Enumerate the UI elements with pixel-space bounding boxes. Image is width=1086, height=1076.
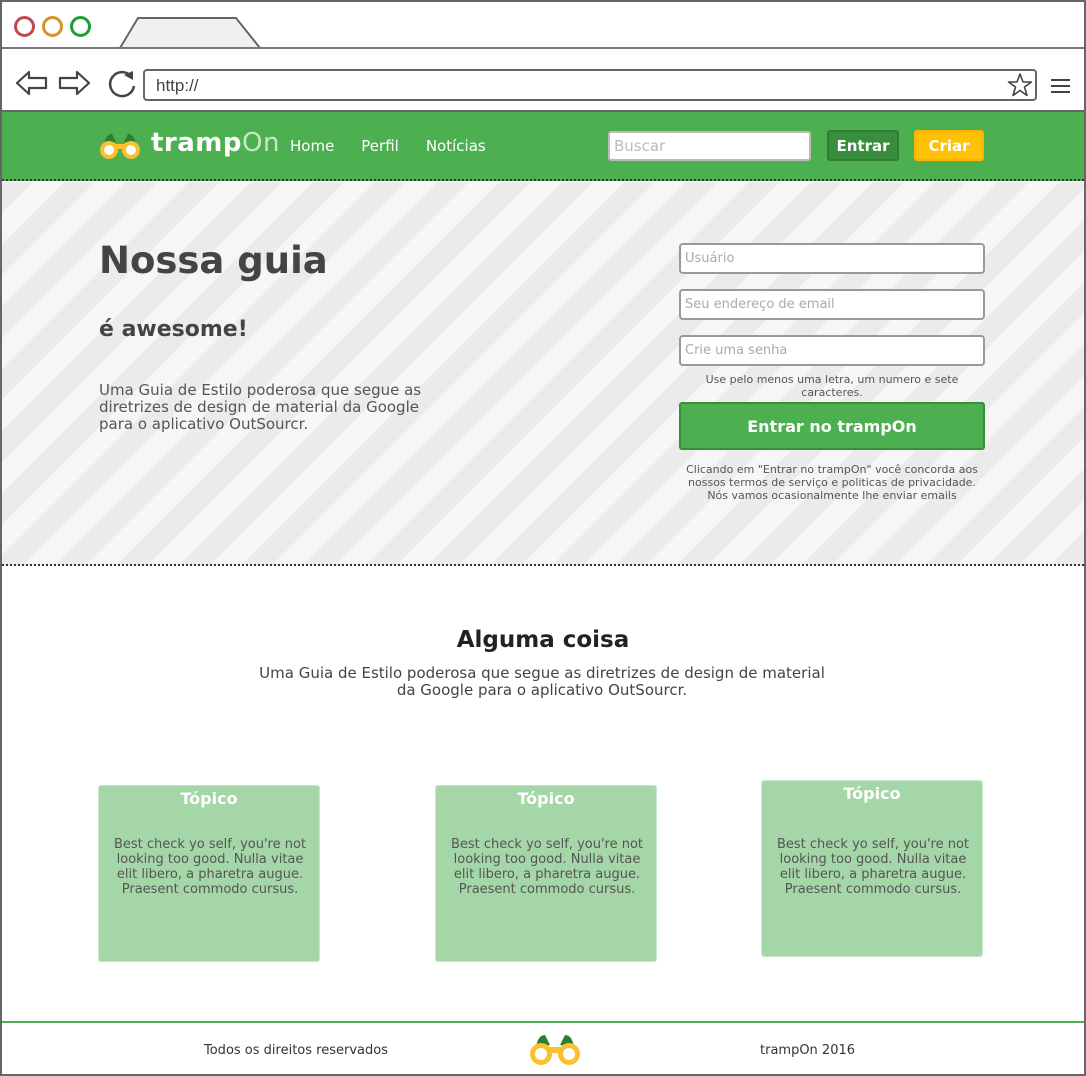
back-arrow-icon[interactable]: [14, 68, 50, 98]
card-text: Best check yo self, you're not looking t…: [776, 837, 970, 897]
topic-card[interactable]: Tópico Best check yo self, you're not lo…: [435, 785, 657, 962]
browser-title-bar: [2, 2, 1084, 50]
terms-notice: Clicando em "Entrar no trampOn" você con…: [686, 463, 978, 502]
minimize-window-button[interactable]: [42, 16, 63, 37]
hero-description: Uma Guia de Estilo poderosa que segue as…: [99, 381, 422, 433]
site-footer: Todos os direitos reservados trampOn 201…: [2, 1021, 1084, 1074]
nav-noticias-link[interactable]: Notícias: [426, 137, 486, 155]
hero-section: Nossa guia é awesome! Uma Guia de Estilo…: [2, 182, 1084, 566]
close-window-button[interactable]: [14, 16, 35, 37]
password-hint: Use pelo menos uma letra, um numero e se…: [705, 373, 959, 399]
username-field[interactable]: [679, 243, 985, 274]
tab-strip-divider: [2, 47, 1084, 49]
signup-form: Use pelo menos uma letra, um numero e se…: [679, 243, 985, 502]
star-icon[interactable]: [1007, 72, 1033, 98]
hero-subtitle: é awesome!: [99, 317, 248, 342]
password-field[interactable]: [679, 335, 985, 366]
forward-arrow-icon[interactable]: [56, 68, 92, 98]
topic-card[interactable]: Tópico Best check yo self, you're not lo…: [761, 780, 983, 957]
brand-bold-text: tramp: [151, 128, 242, 158]
login-button[interactable]: Entrar: [827, 130, 899, 161]
main-nav: Home Perfil Notícias: [290, 137, 486, 155]
site-header: trampOn Home Perfil Notícias Entrar Cria…: [2, 112, 1084, 181]
create-account-button[interactable]: Criar: [914, 130, 984, 161]
reload-icon[interactable]: [105, 67, 139, 101]
maximize-window-button[interactable]: [70, 16, 91, 37]
signup-submit-button[interactable]: Entrar no trampOn: [679, 402, 985, 450]
card-title: Tópico: [180, 789, 238, 808]
search-input[interactable]: [608, 131, 811, 161]
section-title: Alguma coisa: [456, 627, 630, 653]
address-bar[interactable]: http://: [143, 69, 1037, 101]
binoculars-logo-icon[interactable]: [98, 130, 142, 162]
section-description: Uma Guia de Estilo poderosa que segue as…: [259, 664, 825, 699]
browser-tab[interactable]: [118, 15, 262, 49]
menu-icon[interactable]: [1051, 79, 1070, 95]
card-text: Best check yo self, you're not looking t…: [450, 837, 644, 897]
email-field[interactable]: [679, 289, 985, 320]
card-title: Tópico: [517, 789, 575, 808]
hero-title: Nossa guia: [99, 239, 328, 282]
topic-card[interactable]: Tópico Best check yo self, you're not lo…: [98, 785, 320, 962]
footer-brand-year: trampOn 2016: [760, 1043, 856, 1058]
nav-perfil-link[interactable]: Perfil: [361, 137, 399, 155]
address-bar-text[interactable]: http://: [156, 76, 199, 96]
brand-light-text: On: [242, 128, 280, 158]
copyright-text: Todos os direitos reservados: [204, 1043, 388, 1058]
binoculars-logo-icon[interactable]: [528, 1031, 582, 1067]
browser-toolbar: http://: [2, 50, 1084, 112]
browser-window: http:// trampOn Home Perfil Notícias Bus…: [0, 0, 1086, 1076]
card-text: Best check yo self, you're not looking t…: [113, 837, 307, 897]
card-title: Tópico: [843, 784, 901, 803]
brand-name[interactable]: trampOn: [151, 128, 280, 158]
nav-home-link[interactable]: Home: [290, 137, 334, 155]
